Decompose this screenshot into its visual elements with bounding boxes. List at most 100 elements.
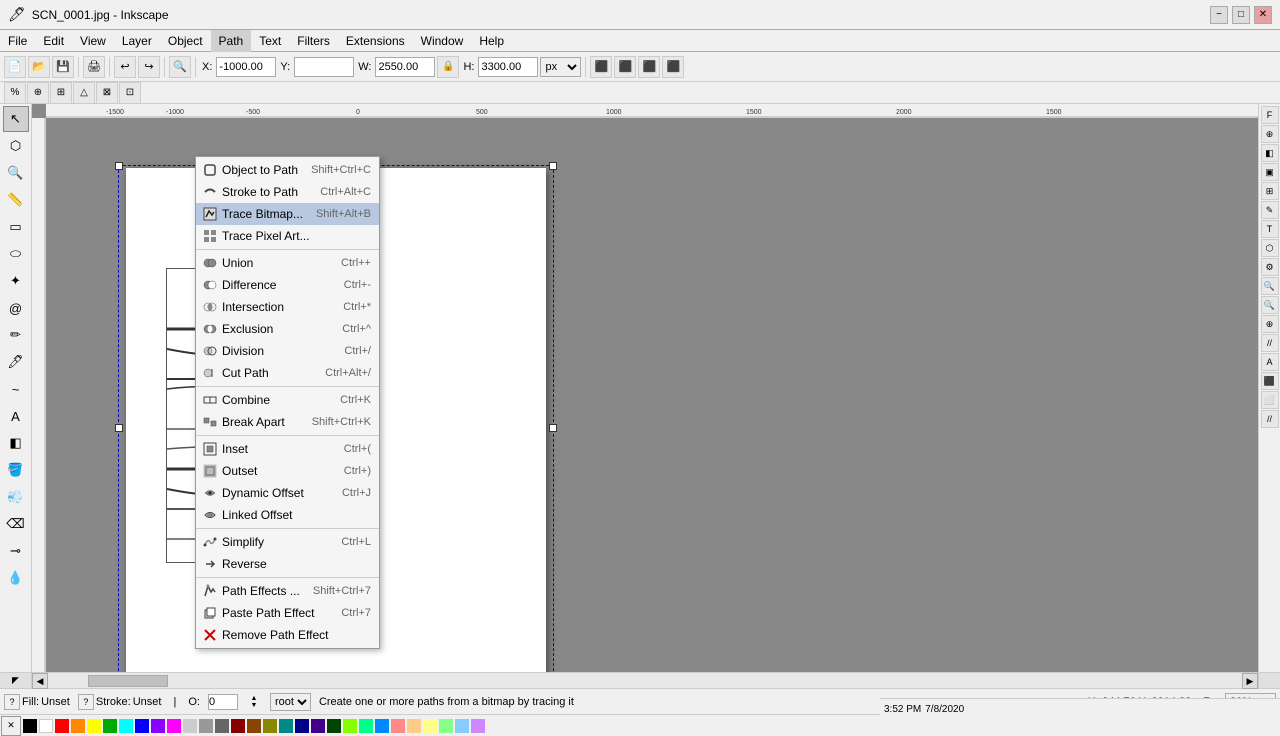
h-input[interactable]: [478, 57, 538, 77]
align-left-btn[interactable]: ⬛: [590, 56, 612, 78]
rp-btn13[interactable]: //: [1261, 334, 1279, 352]
swatch-gray2[interactable]: [199, 719, 213, 733]
swatch-darkred[interactable]: [231, 719, 245, 733]
rp-btn11[interactable]: 🔍: [1261, 296, 1279, 314]
swatch-olive[interactable]: [263, 719, 277, 733]
rp-btn17[interactable]: //: [1261, 410, 1279, 428]
zoom-tool[interactable]: 🔍: [3, 160, 29, 186]
opacity-input[interactable]: [208, 694, 238, 710]
swatch-green[interactable]: [103, 719, 117, 733]
print-btn[interactable]: 🖨: [83, 56, 105, 78]
menu-edit[interactable]: Edit: [35, 30, 72, 52]
stroke-color-box[interactable]: ?: [78, 694, 94, 710]
save-btn[interactable]: 💾: [52, 56, 74, 78]
node-tool[interactable]: ⬡: [3, 133, 29, 159]
open-btn[interactable]: 📂: [28, 56, 50, 78]
menu-exclusion[interactable]: Exclusion Ctrl+^: [196, 318, 379, 340]
new-btn[interactable]: 📄: [4, 56, 26, 78]
swatch-cyan[interactable]: [119, 719, 133, 733]
menu-object-to-path[interactable]: Object to Path Shift+Ctrl+C: [196, 159, 379, 181]
menu-remove-path-effect[interactable]: Remove Path Effect: [196, 624, 379, 646]
swatch-salmon[interactable]: [391, 719, 405, 733]
menu-difference[interactable]: Difference Ctrl+-: [196, 274, 379, 296]
spiral-tool[interactable]: @: [3, 295, 29, 321]
eraser-tool[interactable]: ⌫: [3, 511, 29, 537]
swatch-navy[interactable]: [295, 719, 309, 733]
menu-division[interactable]: Division Ctrl+/: [196, 340, 379, 362]
dropper-tool[interactable]: 💧: [3, 565, 29, 591]
swatch-yellow[interactable]: [87, 719, 101, 733]
gradient-tool[interactable]: ◧: [3, 430, 29, 456]
align-center-btn[interactable]: ⬛: [614, 56, 636, 78]
opacity-stepper[interactable]: ▲ ▼: [246, 694, 262, 710]
menu-object[interactable]: Object: [160, 30, 211, 52]
menu-help[interactable]: Help: [471, 30, 512, 52]
swatch-orange[interactable]: [71, 719, 85, 733]
swatch-peach[interactable]: [407, 719, 421, 733]
swatch-aqua[interactable]: [359, 719, 373, 733]
menu-break-apart[interactable]: Break Apart Shift+Ctrl+K: [196, 411, 379, 433]
lock-aspect-btn[interactable]: 🔒: [437, 56, 459, 78]
menu-cut-path[interactable]: Cut Path Ctrl+Alt+/: [196, 362, 379, 384]
rp-btn10[interactable]: 🔍: [1261, 277, 1279, 295]
swatch-blue[interactable]: [135, 719, 149, 733]
undo-btn[interactable]: ↩: [114, 56, 136, 78]
rp-btn2[interactable]: ⊕: [1261, 125, 1279, 143]
zoom-in-btn[interactable]: 🔍: [169, 56, 191, 78]
pencil-tool[interactable]: ✏: [3, 322, 29, 348]
snap-btn3[interactable]: ⊞: [50, 82, 72, 104]
menu-trace-bitmap[interactable]: Trace Bitmap... Shift+Alt+B: [196, 203, 379, 225]
scroll-thumb-h[interactable]: [88, 675, 168, 687]
swatch-lightgreen[interactable]: [439, 719, 453, 733]
pen-tool[interactable]: 🖊: [3, 349, 29, 375]
y-input[interactable]: [294, 57, 354, 77]
remove-color-btn[interactable]: ✕: [1, 716, 21, 736]
rect-tool[interactable]: ▭: [3, 214, 29, 240]
menu-stroke-to-path[interactable]: Stroke to Path Ctrl+Alt+C: [196, 181, 379, 203]
swatch-sky[interactable]: [375, 719, 389, 733]
menu-view[interactable]: View: [72, 30, 114, 52]
transform-select[interactable]: root: [270, 693, 311, 711]
menu-paste-path-effect[interactable]: Paste Path Effect Ctrl+7: [196, 602, 379, 624]
swatch-gray1[interactable]: [183, 719, 197, 733]
rp-btn16[interactable]: ⬜: [1261, 391, 1279, 409]
connector-tool[interactable]: ⊸: [3, 538, 29, 564]
menu-outset[interactable]: Outset Ctrl+): [196, 460, 379, 482]
snap-btn1[interactable]: %: [4, 82, 26, 104]
menu-file[interactable]: File: [0, 30, 35, 52]
menu-reverse[interactable]: Reverse: [196, 553, 379, 575]
spray-tool[interactable]: 💨: [3, 484, 29, 510]
rp-btn14[interactable]: A: [1261, 353, 1279, 371]
text-tool[interactable]: A: [3, 403, 29, 429]
menu-path-effects[interactable]: Path Effects ... Shift+Ctrl+7: [196, 580, 379, 602]
swatch-darkpurple[interactable]: [311, 719, 325, 733]
ellipse-tool[interactable]: ⬭: [3, 241, 29, 267]
menu-layer[interactable]: Layer: [114, 30, 160, 52]
scroll-right-btn[interactable]: ▶: [1242, 673, 1258, 689]
swatch-white[interactable]: [39, 719, 53, 733]
swatch-brown[interactable]: [247, 719, 261, 733]
rp-btn8[interactable]: ⬡: [1261, 239, 1279, 257]
scroll-left-btn[interactable]: ◀: [32, 673, 48, 689]
menu-text[interactable]: Text: [251, 30, 289, 52]
align-top-btn[interactable]: ⬛: [662, 56, 684, 78]
snap-btn2[interactable]: ⊕: [27, 82, 49, 104]
rp-btn9[interactable]: ⚙: [1261, 258, 1279, 276]
measure-tool[interactable]: 📏: [3, 187, 29, 213]
align-right-btn[interactable]: ⬛: [638, 56, 660, 78]
swatch-lime[interactable]: [343, 719, 357, 733]
handle-mr[interactable]: [549, 424, 557, 432]
select-tool[interactable]: ↖: [3, 106, 29, 132]
handle-ml[interactable]: [115, 424, 123, 432]
rp-btn3[interactable]: ◧: [1261, 144, 1279, 162]
menu-path[interactable]: Path: [211, 30, 252, 52]
menu-window[interactable]: Window: [413, 30, 472, 52]
fill-tool[interactable]: 🪣: [3, 457, 29, 483]
calligraphy-tool[interactable]: ~: [3, 376, 29, 402]
swatch-teal[interactable]: [279, 719, 293, 733]
fill-color-box[interactable]: ?: [4, 694, 20, 710]
canvas-area[interactable]: -1500 -1000 -500 0 500 1000 1500 2000 15…: [32, 104, 1258, 672]
rp-btn1[interactable]: F: [1261, 106, 1279, 124]
menu-dynamic-offset[interactable]: Dynamic Offset Ctrl+J: [196, 482, 379, 504]
swatch-black[interactable]: [23, 719, 37, 733]
